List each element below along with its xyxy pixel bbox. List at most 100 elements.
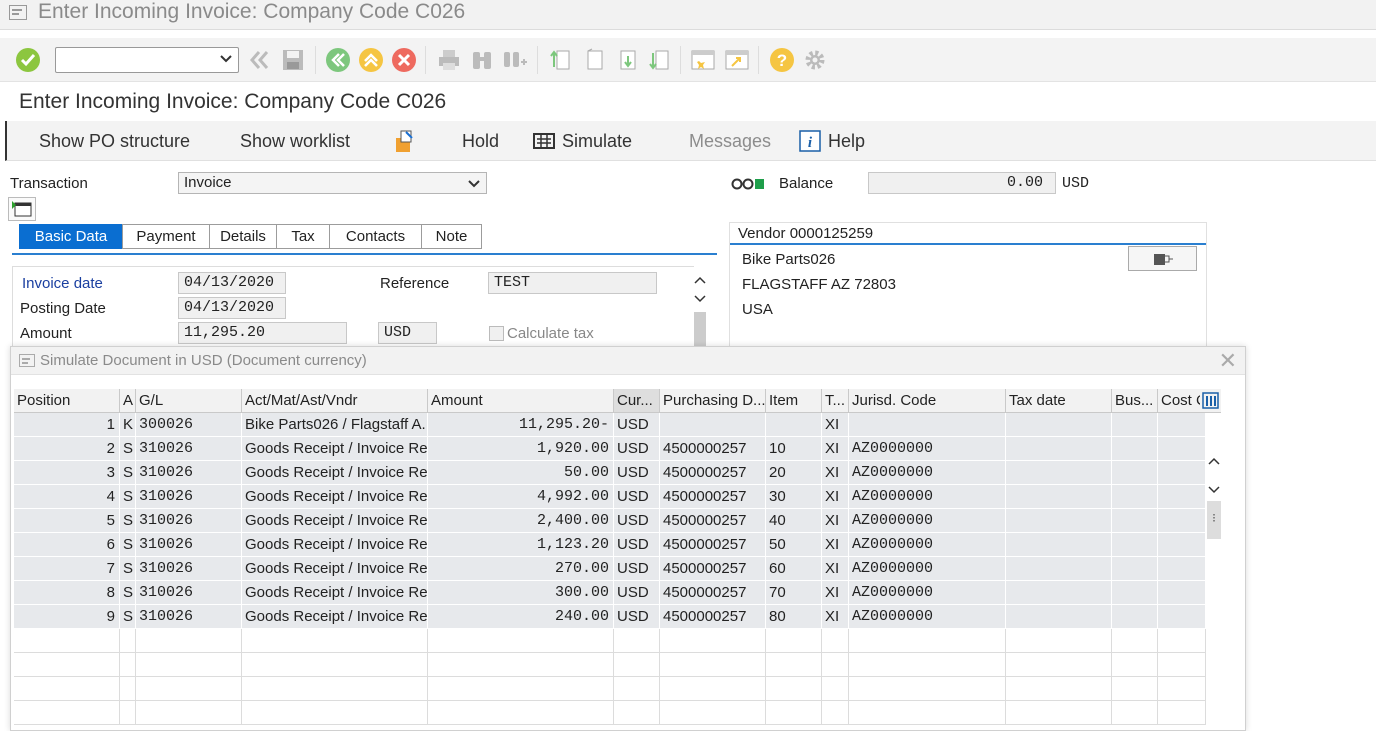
cell-gl[interactable]: 310026	[136, 509, 242, 533]
back-icon[interactable]	[325, 47, 351, 73]
cell-act-mat-ast-vndr[interactable]	[242, 677, 428, 701]
cell-amount[interactable]: 1,123.20	[428, 533, 614, 557]
change-document-icon[interactable]	[394, 121, 420, 161]
table-row[interactable]: 1 K 300026 Bike Parts026 / Flagstaff A... 11…	[14, 413, 1206, 437]
cell-bus[interactable]	[1112, 677, 1158, 701]
cell-purchasing-doc[interactable]: 4500000257	[660, 485, 766, 509]
cell-position[interactable]	[14, 677, 120, 701]
cell-gl[interactable]: 310026	[136, 485, 242, 509]
cell-jurisd-code[interactable]	[849, 701, 1006, 725]
cell-item[interactable]	[766, 701, 822, 725]
cell-act-mat-ast-vndr[interactable]: Goods Receipt / Invoice Re...	[242, 581, 428, 605]
simulate-button[interactable]: Simulate	[562, 121, 632, 161]
cell-tax[interactable]: XI	[822, 557, 849, 581]
cell-a[interactable]: K	[120, 413, 136, 437]
cell-bus[interactable]	[1112, 629, 1158, 653]
cell-purchasing-doc[interactable]: 4500000257	[660, 533, 766, 557]
column-header-position[interactable]: Position	[14, 389, 120, 413]
cell-currency[interactable]	[614, 677, 660, 701]
dialog-menu-icon[interactable]	[19, 354, 35, 367]
cell-position[interactable]: 2	[14, 437, 120, 461]
calculate-tax-checkbox[interactable]	[489, 326, 504, 341]
tab-payment[interactable]: Payment	[122, 224, 210, 249]
vendor-details-button[interactable]	[1128, 246, 1197, 271]
cell-a[interactable]: S	[120, 509, 136, 533]
cell-jurisd-code[interactable]: AZ0000000	[849, 581, 1006, 605]
cell-gl[interactable]	[136, 629, 242, 653]
enter-icon[interactable]	[15, 47, 41, 73]
cell-tax[interactable]: XI	[822, 509, 849, 533]
cell-cost-center[interactable]	[1158, 677, 1206, 701]
cell-bus[interactable]	[1112, 605, 1158, 629]
cell-tax[interactable]	[822, 677, 849, 701]
cell-item[interactable]: 70	[766, 581, 822, 605]
cell-position[interactable]: 8	[14, 581, 120, 605]
cell-position[interactable]: 9	[14, 605, 120, 629]
cell-purchasing-doc[interactable]: 4500000257	[660, 557, 766, 581]
column-header-jurisd-code[interactable]: Jurisd. Code	[849, 389, 1006, 413]
cell-item[interactable]: 50	[766, 533, 822, 557]
shortcut-icon[interactable]	[724, 47, 750, 73]
cell-jurisd-code[interactable]: AZ0000000	[849, 509, 1006, 533]
table-row[interactable]: 9 S 310026 Goods Receipt / Invoice Re... 240…	[14, 605, 1206, 629]
previous-page-icon[interactable]	[580, 47, 606, 73]
cell-purchasing-doc[interactable]: 4500000257	[660, 461, 766, 485]
cell-amount[interactable]: 1,920.00	[428, 437, 614, 461]
help-icon[interactable]: ?	[769, 47, 795, 73]
cell-a[interactable]	[120, 677, 136, 701]
screen-layout-button[interactable]	[8, 197, 36, 221]
cell-jurisd-code[interactable]	[849, 653, 1006, 677]
cell-currency[interactable]: USD	[614, 461, 660, 485]
column-header-tax-date[interactable]: Tax date	[1006, 389, 1112, 413]
tab-contacts[interactable]: Contacts	[329, 224, 422, 249]
cell-a[interactable]: S	[120, 437, 136, 461]
cell-jurisd-code[interactable]	[849, 629, 1006, 653]
cell-position[interactable]: 6	[14, 533, 120, 557]
cell-position[interactable]: 7	[14, 557, 120, 581]
tab-details[interactable]: Details	[209, 224, 277, 249]
posting-date-field[interactable]: 04/13/2020	[178, 297, 286, 319]
cell-gl[interactable]: 310026	[136, 437, 242, 461]
cell-amount[interactable]: 2,400.00	[428, 509, 614, 533]
cell-tax[interactable]: XI	[822, 581, 849, 605]
close-icon[interactable]: ✕	[1219, 350, 1237, 372]
cell-cost-center[interactable]	[1158, 413, 1206, 437]
cell-currency[interactable]	[614, 629, 660, 653]
cancel-icon[interactable]	[391, 47, 417, 73]
empty-row[interactable]	[14, 701, 1206, 725]
cell-a[interactable]: S	[120, 461, 136, 485]
cell-bus[interactable]	[1112, 437, 1158, 461]
hold-button[interactable]: Hold	[462, 121, 499, 161]
cell-position[interactable]: 4	[14, 485, 120, 509]
cell-bus[interactable]	[1112, 653, 1158, 677]
cell-tax[interactable]: XI	[822, 605, 849, 629]
next-page-icon[interactable]	[613, 47, 639, 73]
cell-currency[interactable]: USD	[614, 437, 660, 461]
cell-jurisd-code[interactable]: AZ0000000	[849, 533, 1006, 557]
cell-cost-center[interactable]	[1158, 437, 1206, 461]
cell-tax[interactable]	[822, 701, 849, 725]
cell-bus[interactable]	[1112, 557, 1158, 581]
cell-bus[interactable]	[1112, 533, 1158, 557]
new-session-icon[interactable]	[690, 47, 716, 73]
cell-gl[interactable]: 300026	[136, 413, 242, 437]
cell-purchasing-doc[interactable]: 4500000257	[660, 581, 766, 605]
help-button[interactable]: Help	[828, 121, 865, 161]
cell-act-mat-ast-vndr[interactable]: Goods Receipt / Invoice Re...	[242, 605, 428, 629]
cell-gl[interactable]	[136, 701, 242, 725]
cell-tax-date[interactable]	[1006, 533, 1112, 557]
cell-item[interactable]: 40	[766, 509, 822, 533]
cell-cost-center[interactable]	[1158, 629, 1206, 653]
cell-bus[interactable]	[1112, 413, 1158, 437]
cell-gl[interactable]: 310026	[136, 461, 242, 485]
cell-amount[interactable]	[428, 653, 614, 677]
cell-act-mat-ast-vndr[interactable]: Goods Receipt / Invoice Re...	[242, 557, 428, 581]
cell-item[interactable]: 20	[766, 461, 822, 485]
last-page-icon[interactable]	[646, 47, 672, 73]
column-header-cost-center[interactable]: Cost C	[1158, 389, 1206, 413]
cell-gl[interactable]: 310026	[136, 533, 242, 557]
cell-a[interactable]	[120, 653, 136, 677]
cell-cost-center[interactable]	[1158, 533, 1206, 557]
cell-item[interactable]	[766, 629, 822, 653]
cell-jurisd-code[interactable]	[849, 677, 1006, 701]
